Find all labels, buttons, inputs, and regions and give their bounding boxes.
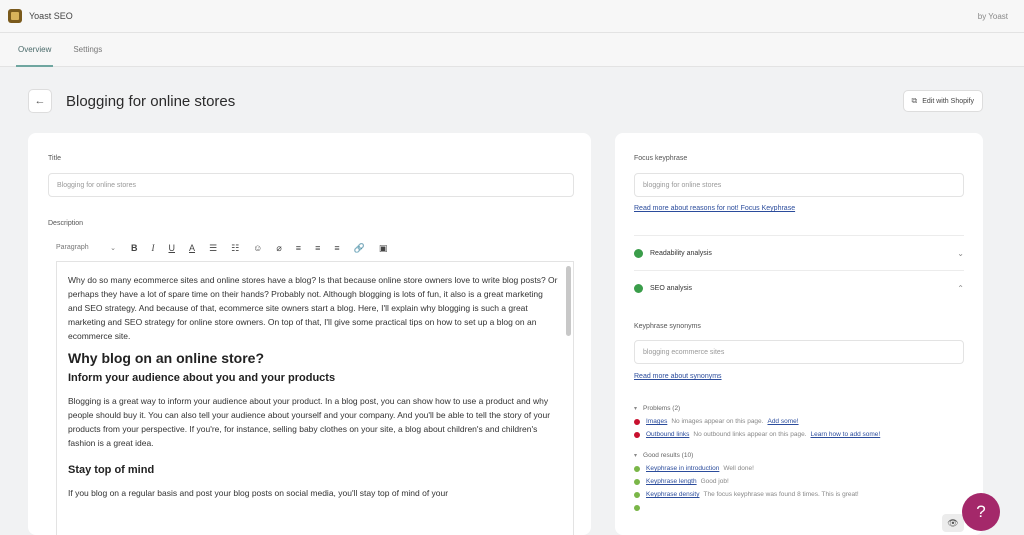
yoast-logo-icon [8, 9, 22, 23]
good-results-section-toggle[interactable]: ▾ Good results (10) [634, 448, 974, 462]
page-title: Blogging for online stores [66, 92, 236, 110]
tab-overview[interactable]: Overview [15, 33, 54, 67]
numbered-list-icon[interactable]: ☷ [231, 243, 239, 254]
arrow-left-icon: ← [34, 95, 46, 107]
caret-down-icon: ▾ [634, 452, 638, 459]
format-select-value: Paragraph [56, 244, 89, 251]
problem-link[interactable]: Outbound links [646, 431, 689, 438]
editor-scrollbar[interactable] [566, 266, 571, 336]
good-result-item: Keyphrase density The focus keyphrase wa… [634, 488, 974, 501]
description-editor[interactable]: Why do so many ecommerce sites and onlin… [56, 261, 574, 535]
clear-format-icon[interactable]: ⌀ [276, 243, 281, 254]
keyphrase-synonyms-label: Keyphrase synonyms [634, 323, 701, 330]
title-input-value: Blogging for online stores [57, 181, 136, 189]
good-status-icon [634, 465, 640, 472]
readability-analysis-toggle[interactable]: Readability analysis ⌄ [634, 236, 964, 270]
seo-analysis-toggle[interactable]: SEO analysis ⌃ [634, 271, 964, 305]
problem-item: Images No images appear on this page. Ad… [634, 415, 974, 428]
text-color-icon[interactable]: A [189, 243, 195, 253]
good-status-icon [634, 504, 640, 511]
align-center-icon[interactable]: ≡ [315, 243, 320, 253]
good-result-link[interactable]: Keyphrase length [646, 478, 697, 485]
by-yoast-label: by Yoast [977, 11, 1008, 21]
title-input[interactable]: Blogging for online stores [48, 173, 574, 197]
editor-paragraph-3: If you blog on a regular basis and post … [68, 488, 449, 498]
good-result-text: Well done! [723, 465, 754, 472]
keyphrase-synonyms-value: blogging ecommerce sites [643, 348, 725, 356]
problems-section-toggle[interactable]: ▾ Problems (2) [634, 401, 974, 415]
problem-text: No outbound links appear on this page. [693, 431, 807, 438]
good-result-link[interactable]: Keyphrase density [646, 491, 699, 498]
edit-with-shopify-button[interactable]: ⧉ Edit with Shopify [902, 90, 983, 112]
link-icon[interactable]: 🔗 [354, 243, 365, 254]
align-left-icon[interactable]: ≡ [296, 243, 301, 253]
good-result-text: Good job! [700, 478, 729, 485]
editor-heading-3a: Inform your audience about you and your … [68, 372, 336, 384]
good-result-item: Keyphrase in introduction Well done! [634, 462, 974, 475]
page-header: ← Blogging for online stores ⧉ Edit with… [28, 88, 983, 114]
problem-item: Outbound links No outbound links appear … [634, 428, 974, 441]
editor-heading-2: Why blog on an online store? [68, 350, 264, 366]
problem-status-icon [634, 418, 640, 425]
help-button[interactable]: ? [962, 493, 1000, 531]
focus-keyphrase-label: Focus keyphrase [634, 155, 688, 162]
synonyms-link[interactable]: Read more about synonyms [634, 373, 722, 380]
app-name: Yoast SEO [29, 11, 73, 21]
good-result-item [634, 501, 974, 514]
caret-down-icon: ▾ [634, 405, 638, 412]
editor-toolbar: Paragraph ⌄ B I U A ☰ ☷ ☺ ⌀ ≡ ≡ ≡ 🔗 ▣ [56, 237, 574, 259]
good-status-icon [634, 478, 640, 485]
problem-text: No images appear on this page. [671, 418, 764, 425]
focus-keyphrase-link[interactable]: Read more about reasons for not! Focus K… [634, 205, 795, 212]
problem-link[interactable]: Images [646, 418, 667, 425]
good-result-link[interactable]: Keyphrase in introduction [646, 465, 719, 472]
external-link-icon: ⧉ [911, 96, 918, 105]
eye-icon: 👁 [947, 517, 959, 528]
problems-heading: Problems (2) [643, 404, 681, 412]
editor-intro-paragraph: Why do so many ecommerce sites and onlin… [68, 275, 558, 341]
problem-status-icon [634, 431, 640, 438]
underline-icon[interactable]: U [169, 243, 176, 253]
tab-bar: Overview Settings [0, 33, 1024, 67]
problem-action-link[interactable]: Learn how to add some! [810, 431, 880, 438]
good-result-item: Keyphrase length Good job! [634, 475, 974, 488]
tab-settings[interactable]: Settings [73, 33, 102, 67]
eye-button[interactable]: 👁 [942, 514, 964, 532]
focus-keyphrase-input[interactable]: blogging for online stores [634, 173, 964, 197]
good-status-icon [634, 283, 643, 293]
seo-analysis-label: SEO analysis [650, 284, 693, 292]
good-status-icon [634, 248, 643, 258]
help-icon: ? [976, 502, 986, 521]
readability-label: Readability analysis [650, 249, 712, 257]
image-icon[interactable]: ▣ [379, 243, 388, 254]
editor-paragraph-2: Blogging is a great way to inform your a… [68, 396, 551, 448]
back-button[interactable]: ← [28, 89, 52, 113]
seo-card: Focus keyphrase blogging for online stor… [615, 133, 983, 535]
edit-button-label: Edit with Shopify [922, 97, 974, 105]
content-card: Title Blogging for online stores Descrip… [28, 133, 591, 535]
chevron-down-icon: ⌄ [957, 248, 964, 258]
align-right-icon[interactable]: ≡ [334, 243, 339, 253]
chevron-up-icon: ⌃ [957, 283, 964, 293]
good-result-text: The focus keyphrase was found 8 times. T… [703, 491, 859, 498]
bold-icon[interactable]: B [131, 243, 138, 253]
editor-heading-3b: Stay top of mind [68, 464, 155, 476]
title-label: Title [48, 155, 61, 162]
good-results-heading: Good results (10) [643, 451, 694, 459]
app-top-bar: Yoast SEO by Yoast [0, 0, 1024, 33]
focus-keyphrase-value: blogging for online stores [643, 181, 722, 189]
format-select[interactable]: Paragraph ⌄ [56, 244, 124, 252]
emoji-icon[interactable]: ☺ [253, 243, 262, 253]
problem-action-link[interactable]: Add some! [767, 418, 798, 425]
italic-icon[interactable]: I [152, 243, 155, 253]
keyphrase-synonyms-input[interactable]: blogging ecommerce sites [634, 340, 964, 364]
good-status-icon [634, 491, 640, 498]
description-label: Description [48, 220, 84, 227]
chevron-down-icon: ⌄ [110, 245, 116, 252]
bullet-list-icon[interactable]: ☰ [209, 243, 217, 254]
